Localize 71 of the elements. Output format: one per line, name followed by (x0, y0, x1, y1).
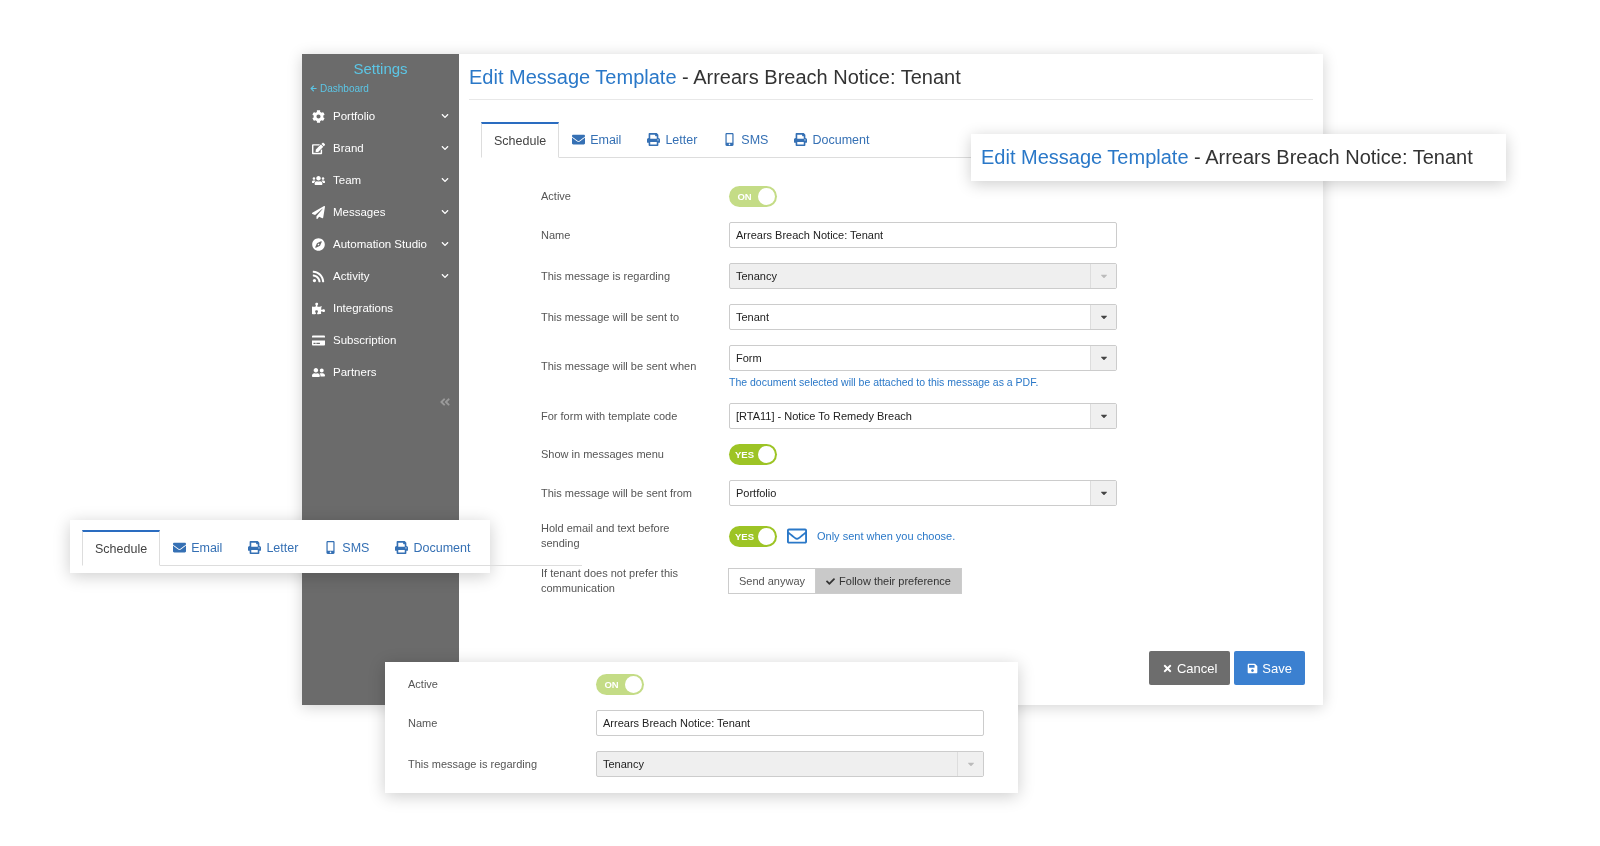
option-button[interactable]: Send anyway (728, 568, 817, 594)
select-field[interactable]: Tenant (729, 304, 1117, 330)
option-button[interactable]: Follow their preference (815, 568, 962, 594)
phone-icon (324, 541, 338, 554)
chevron-icon (441, 112, 449, 120)
phone-icon (723, 133, 737, 146)
people-icon (312, 365, 325, 379)
callout-title: Edit Message Template - Arrears Breach Notice: Tenant (980, 145, 1474, 169)
people-icon (312, 173, 325, 187)
rss-icon (312, 269, 325, 283)
select-field[interactable]: Portfolio (729, 480, 1117, 506)
page-title: Edit Message Template - Arrears Breach Notice: Tenant (469, 64, 1313, 100)
title-link[interactable]: Edit Message Template (469, 66, 677, 88)
close-icon (1161, 662, 1173, 674)
field-label: Hold email and text before sending (541, 521, 671, 551)
envelope-icon (787, 526, 807, 546)
field-label: Active (408, 677, 439, 692)
chevron-icon (441, 144, 449, 152)
credit-card-icon (312, 333, 325, 347)
field-label: For form with template code (541, 408, 679, 424)
field-label: Show in messages menu (541, 447, 665, 462)
field-label: Active (541, 189, 572, 204)
envelope-icon (173, 541, 187, 554)
chevron-icon (441, 208, 449, 216)
input-field[interactable]: Arrears Breach Notice: Tenant (596, 710, 984, 736)
field-label: This message will be sent to (541, 309, 681, 325)
tab[interactable]: Schedule (82, 530, 161, 566)
sidebar-item[interactable]: Messages (302, 196, 459, 228)
printer-icon (647, 133, 661, 146)
field-label: This message will be sent when (541, 359, 698, 374)
field-label: Name (408, 715, 439, 731)
sidebar-item[interactable]: Brand (302, 132, 459, 164)
input-field[interactable]: Arrears Breach Notice: Tenant (729, 222, 1117, 248)
field-label: If tenant does not prefer this communication (541, 566, 679, 596)
cancel-button[interactable]: Cancel (1148, 651, 1231, 685)
field-label: This message is regarding (541, 268, 671, 284)
sidebar-item[interactable]: Portfolio (302, 100, 459, 132)
chevron-icon (441, 176, 449, 184)
field-label: This message will be sent from (541, 485, 693, 501)
help-text: The document selected will be attached to this message as a PDF. (729, 376, 1040, 388)
back-link[interactable]: Dashboard (302, 83, 459, 94)
printer-icon (794, 133, 808, 146)
save-icon (1247, 662, 1259, 674)
sidebar-title: Settings (352, 60, 409, 77)
field-label: Name (541, 227, 572, 243)
title-link[interactable]: Edit Message Template (981, 146, 1189, 168)
sidebar-item[interactable]: Integrations (302, 292, 459, 324)
sidebar-item[interactable]: Team (302, 164, 459, 196)
tab[interactable]: Schedule (481, 122, 560, 158)
collapse-icon[interactable] (439, 396, 451, 408)
gear-icon (312, 109, 325, 123)
field-label: This message is regarding (408, 756, 538, 772)
hold-note: Only sent when you choose. (817, 530, 956, 542)
compass-icon (312, 237, 325, 251)
envelope-icon (572, 133, 586, 146)
chevron-icon (441, 240, 449, 248)
printer-icon (248, 541, 262, 554)
sidebar-item[interactable]: Partners (302, 356, 459, 388)
edit-icon (312, 141, 325, 155)
sidebar-item[interactable]: Subscription (302, 324, 459, 356)
sidebar-item[interactable]: Automation Studio (302, 228, 459, 260)
printer-icon (395, 541, 409, 554)
arrow-icon (310, 85, 317, 92)
check-icon (826, 576, 836, 586)
sidebar-item[interactable]: Activity (302, 260, 459, 292)
select-field[interactable]: Form (729, 345, 1117, 371)
chevron-icon (441, 272, 449, 280)
puzzle-icon (312, 301, 325, 315)
save-button[interactable]: Save (1234, 651, 1305, 685)
select-field[interactable]: [RTA11] - Notice To Remedy Breach (729, 403, 1117, 429)
paper-plane-icon (312, 205, 325, 219)
